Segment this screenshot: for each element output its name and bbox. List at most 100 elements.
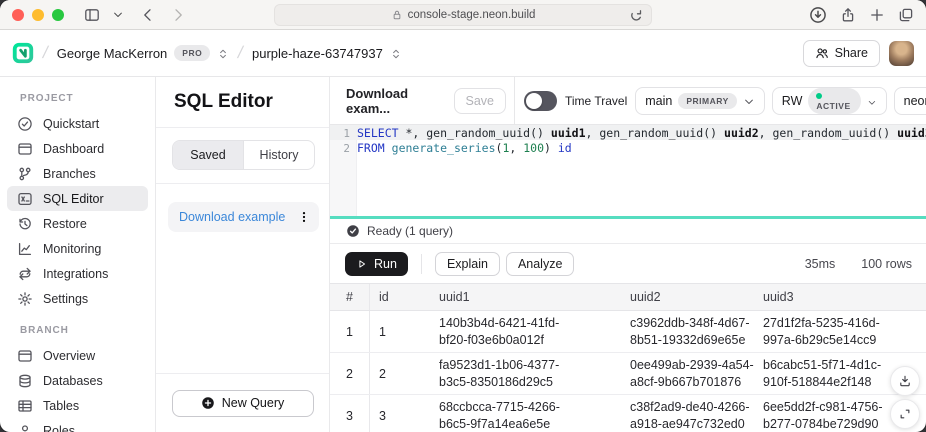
- user-avatar[interactable]: [889, 41, 914, 66]
- sidebar-item-label: Quickstart: [43, 117, 99, 131]
- analyze-button[interactable]: Analyze: [506, 252, 574, 276]
- downloads-icon[interactable]: [809, 6, 827, 24]
- neon-logo[interactable]: [12, 42, 34, 64]
- app-header: / George MacKerron PRO / purple-haze-637…: [0, 30, 926, 77]
- git-branch-icon: [17, 166, 33, 182]
- sidebar-item-settings[interactable]: Settings: [7, 286, 148, 311]
- sidebar-item-label: Branches: [43, 167, 96, 181]
- sidebar-item-sql-editor[interactable]: SQL Editor: [7, 186, 148, 211]
- branch-select[interactable]: main PRIMARY: [635, 87, 765, 115]
- sql-code-editor[interactable]: 1SELECT *, gen_random_uuid() uuid1, gen_…: [330, 125, 926, 216]
- table-cell: 0ee499ab-2939-4a54- a8cf-9b667b701876: [630, 353, 763, 394]
- forward-button[interactable]: [170, 7, 186, 23]
- table-cell: 1: [370, 311, 430, 352]
- compute-select[interactable]: RW ACTIVE: [772, 87, 887, 115]
- status-text: Ready (1 query): [367, 224, 453, 238]
- sort-chevrons-icon: [390, 47, 402, 59]
- sidebar-item-tables[interactable]: Tables: [7, 393, 148, 418]
- new-query-label: New Query: [222, 396, 285, 410]
- sort-chevrons-icon: [217, 47, 229, 59]
- run-button[interactable]: Run: [345, 252, 408, 276]
- zoom-button[interactable]: [52, 9, 64, 21]
- code-line-2[interactable]: 2FROM generate_series(1, 100) id: [330, 140, 926, 155]
- lock-icon: [391, 9, 403, 21]
- sidebar-item-label: SQL Editor: [43, 192, 104, 206]
- column-header-uuid3: uuid3: [763, 284, 926, 310]
- sidebar-item-label: Monitoring: [43, 242, 101, 256]
- db-icon: [17, 373, 33, 389]
- database-select[interactable]: neondb: [894, 87, 926, 115]
- sidebar-item-overview[interactable]: Overview: [7, 343, 148, 368]
- sidebar-item-quickstart[interactable]: Quickstart: [7, 111, 148, 136]
- table-row-3: 3368ccbcca-7715-4266- b6c5-9f7a14ea6e5ec…: [330, 395, 926, 432]
- play-icon: [356, 258, 368, 270]
- row-count: 100 rows: [861, 257, 912, 271]
- monitoring-icon: [17, 241, 33, 257]
- table-cell: 140b3b4d-6421-41fd- bf20-f03e6b0a012f: [430, 311, 630, 352]
- share-page-icon[interactable]: [840, 7, 856, 23]
- plus-circle-icon: [201, 396, 215, 410]
- tab-history[interactable]: History: [243, 141, 314, 169]
- table-cell: 2: [370, 353, 430, 394]
- results-table: #iduuid1uuid2uuid311140b3b4d-6421-41fd- …: [330, 283, 926, 432]
- kebab-menu-icon[interactable]: [297, 210, 311, 224]
- sidebar-item-label: Roles: [43, 424, 75, 432]
- sidebar-item-databases[interactable]: Databases: [7, 368, 148, 393]
- explain-button[interactable]: Explain: [435, 252, 500, 276]
- column-header-row-number: #: [330, 284, 370, 310]
- save-button[interactable]: Save: [454, 88, 507, 114]
- account-selector[interactable]: George MacKerron PRO: [57, 45, 230, 61]
- tab-saved[interactable]: Saved: [173, 141, 243, 169]
- sidebar-item-monitoring[interactable]: Monitoring: [7, 236, 148, 261]
- download-icon: [898, 374, 912, 388]
- time-travel-toggle[interactable]: [524, 91, 557, 111]
- section-label-project: PROJECT: [0, 93, 155, 111]
- restore-icon: [17, 216, 33, 232]
- column-header-id: id: [370, 284, 430, 310]
- reload-icon[interactable]: [628, 8, 644, 24]
- new-query-button[interactable]: New Query: [172, 390, 314, 417]
- sidebar-item-label: Databases: [43, 374, 103, 388]
- sql-icon: [17, 191, 33, 207]
- status-dot: [816, 93, 822, 99]
- sidebar-item-integrations[interactable]: Integrations: [7, 261, 148, 286]
- tab-overview-icon[interactable]: [898, 7, 914, 23]
- minimize-button[interactable]: [32, 9, 44, 21]
- close-button[interactable]: [12, 9, 24, 21]
- project-name: purple-haze-63747937: [252, 46, 383, 61]
- page-title: SQL Editor: [156, 77, 329, 128]
- queries-panel: SQL Editor Saved History Download exampl…: [156, 77, 330, 432]
- sidebar-item-dashboard[interactable]: Dashboard: [7, 136, 148, 161]
- query-list-item[interactable]: Download example: [168, 202, 319, 232]
- new-tab-icon[interactable]: [869, 7, 885, 23]
- sidebar-item-branches[interactable]: Branches: [7, 161, 148, 186]
- project-selector[interactable]: purple-haze-63747937: [252, 46, 402, 61]
- section-label-branch: BRANCH: [0, 325, 155, 343]
- share-button[interactable]: Share: [803, 40, 880, 67]
- table-cell: 3: [370, 395, 430, 432]
- active-badge: ACTIVE: [808, 88, 860, 114]
- screenshot: console-stage.neon.build / George MacKer…: [0, 0, 926, 432]
- url-text: console-stage.neon.build: [408, 9, 536, 21]
- expand-results-button[interactable]: [890, 399, 920, 429]
- line-number: 1: [330, 126, 357, 140]
- code-text: FROM generate_series(1, 100) id: [357, 141, 572, 155]
- sidebar-nav: PROJECT Quickstart Dashboard Branches SQL Ed…: [0, 77, 156, 432]
- code-line-1[interactable]: 1SELECT *, gen_random_uuid() uuid1, gen_…: [330, 125, 926, 140]
- address-bar[interactable]: console-stage.neon.build: [274, 4, 652, 26]
- back-button[interactable]: [140, 7, 156, 23]
- chevron-down-icon[interactable]: [112, 9, 124, 21]
- query-title[interactable]: Download exam...: [346, 86, 454, 116]
- plan-badge: PRO: [174, 45, 210, 61]
- account-name: George MacKerron: [57, 46, 168, 61]
- integrations-icon: [17, 266, 33, 282]
- sidebar-toggle-icon[interactable]: [84, 7, 100, 23]
- sidebar-item-label: Tables: [43, 399, 79, 413]
- sidebar-item-roles[interactable]: Roles: [7, 418, 148, 432]
- sidebar-item-label: Dashboard: [43, 142, 104, 156]
- window-icon: [17, 141, 33, 157]
- sidebar-item-restore[interactable]: Restore: [7, 211, 148, 236]
- download-results-button[interactable]: [890, 366, 920, 396]
- window-controls: [12, 9, 64, 21]
- branch-name: main: [645, 94, 672, 108]
